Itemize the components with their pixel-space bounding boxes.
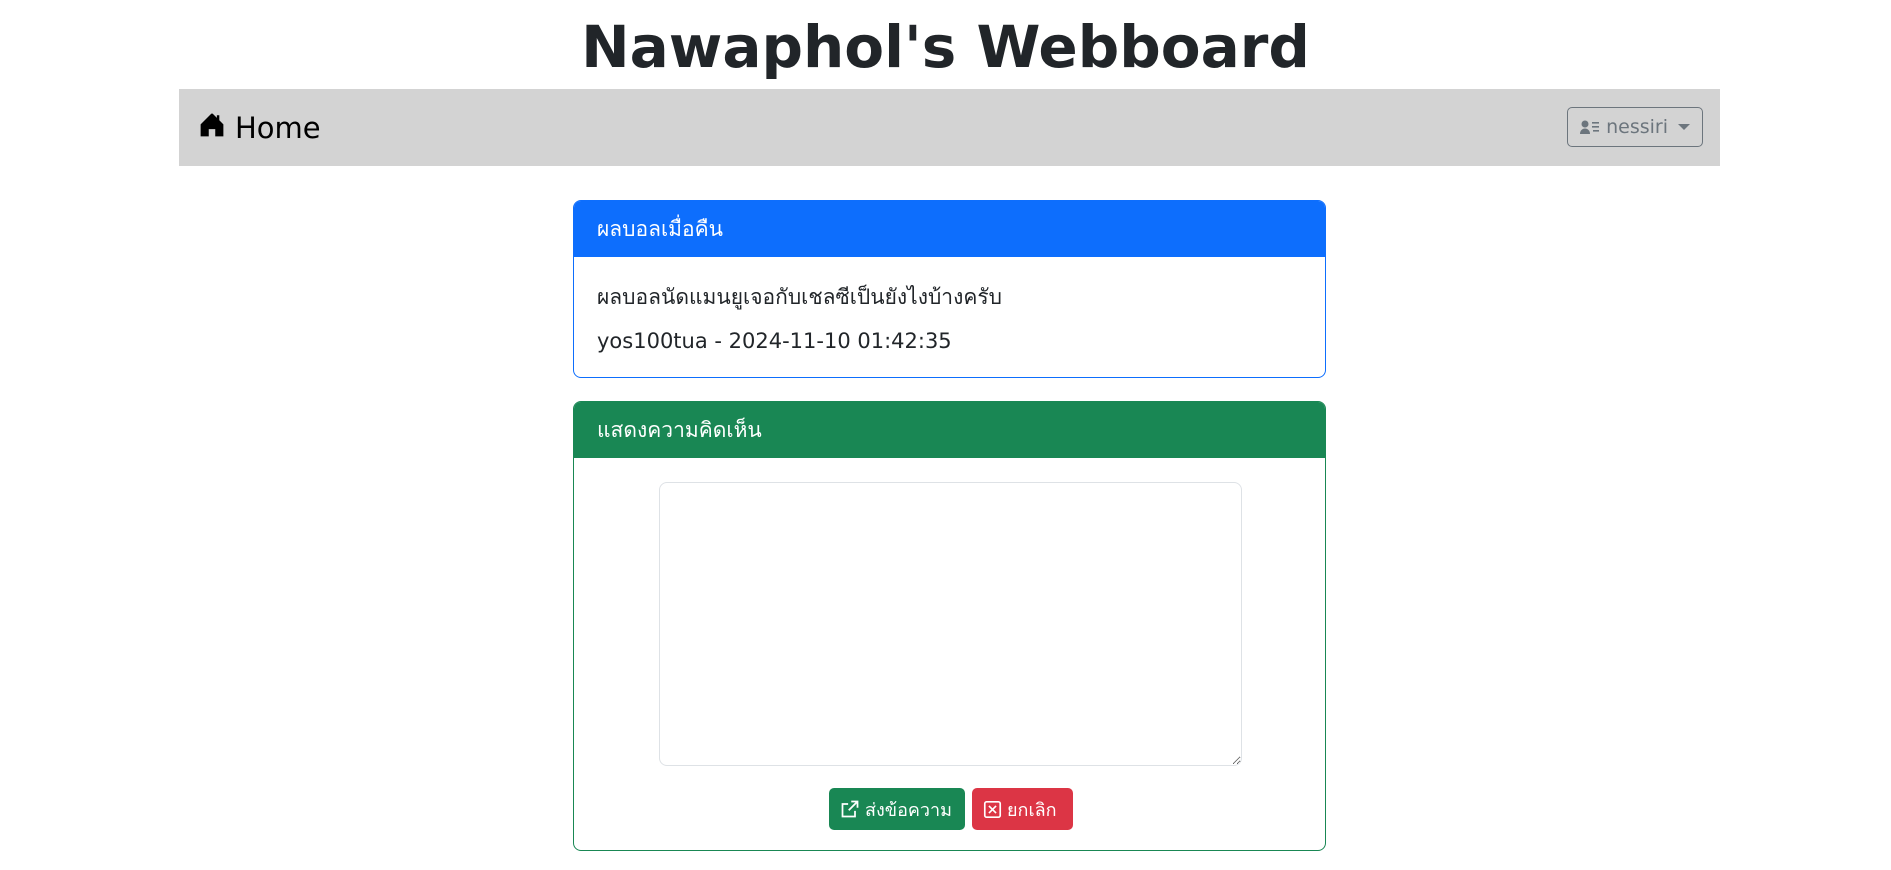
person-lines-icon <box>1580 119 1600 135</box>
navbar: Home nessiri <box>179 89 1720 166</box>
box-arrow-up-right-icon <box>840 799 860 819</box>
comment-title: แสดงความคิดเห็น <box>574 402 1325 458</box>
cancel-label: ยกเลิก <box>1007 799 1057 821</box>
send-label: ส่งข้อความ <box>865 799 953 821</box>
comment-card: แสดงความคิดเห็น ส่งข้อความ ยกเลิก <box>573 401 1326 851</box>
post-body: ผลบอลนัดแมนยูเจอกับเชลซีเป็นยังไงบ้างครั… <box>574 257 1325 357</box>
x-square-icon <box>983 800 1002 819</box>
comment-textarea[interactable] <box>659 482 1242 766</box>
send-button[interactable]: ส่งข้อความ <box>829 788 965 830</box>
house-icon <box>199 111 235 145</box>
chevron-down-icon <box>1678 124 1690 130</box>
post-card: ผลบอลเมื่อคืน ผลบอลนัดแมนยูเจอกับเชลซีเป… <box>573 200 1326 378</box>
post-content: ผลบอลนัดแมนยูเจอกับเชลซีเป็นยังไงบ้างครั… <box>597 285 1002 309</box>
home-label: Home <box>235 110 321 145</box>
home-link[interactable]: Home <box>199 89 321 166</box>
post-title: ผลบอลเมื่อคืน <box>574 201 1325 257</box>
site-title: Nawaphol's Webboard <box>581 13 1310 81</box>
user-label: nessiri <box>1606 116 1668 138</box>
cancel-button[interactable]: ยกเลิก <box>972 788 1073 830</box>
post-meta: yos100tua - 2024-11-10 01:42:35 <box>597 329 952 353</box>
user-dropdown-button[interactable]: nessiri <box>1567 107 1703 147</box>
